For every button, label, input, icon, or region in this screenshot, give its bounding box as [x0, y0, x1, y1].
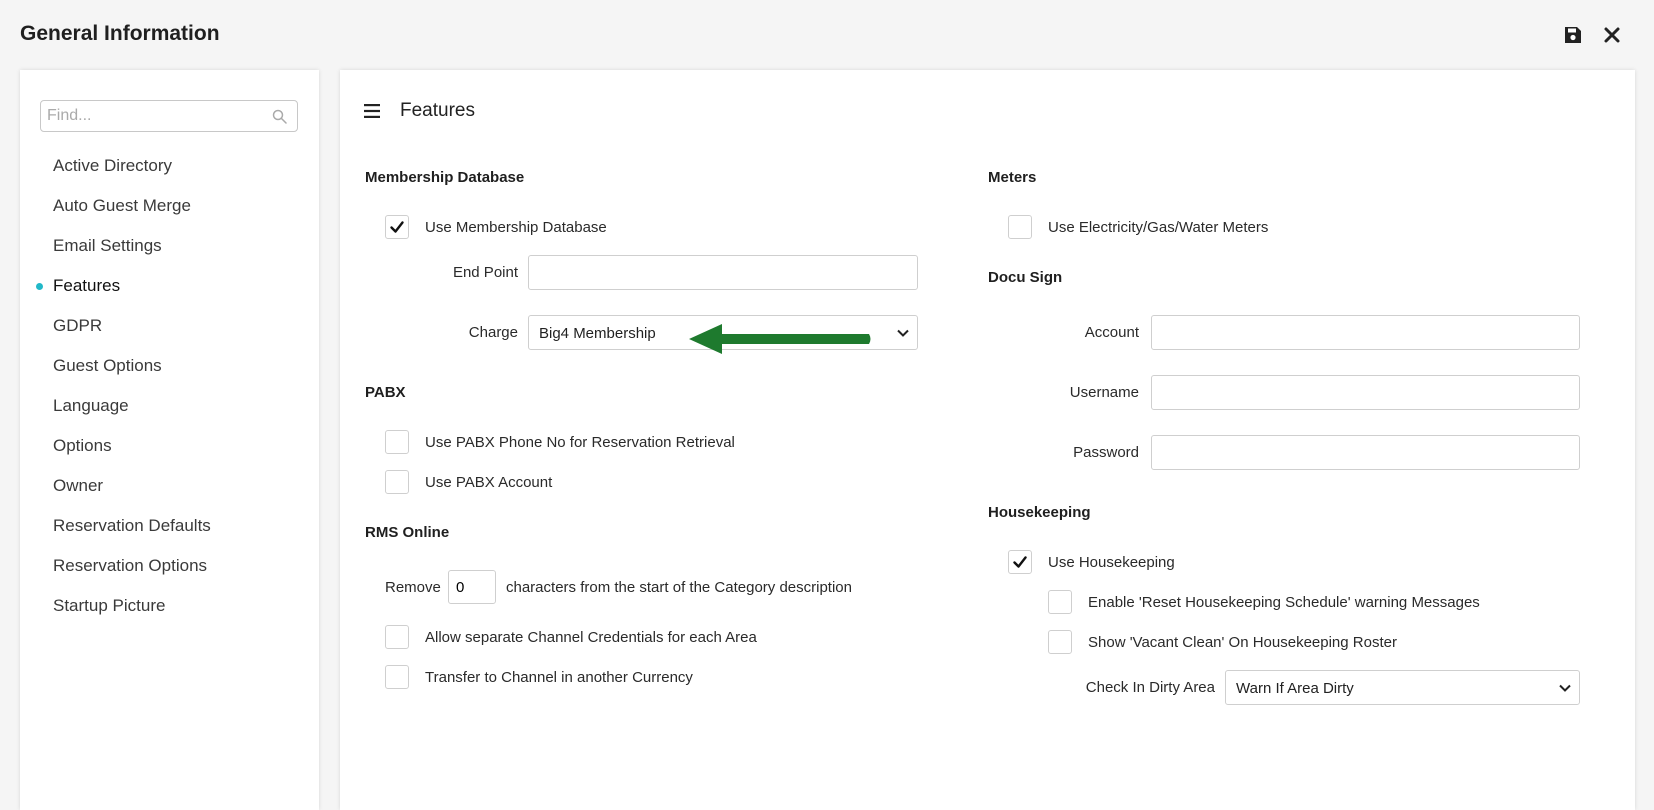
- check-in-dirty-label: Check In Dirty Area: [1085, 679, 1215, 696]
- housekeeping-heading: Housekeeping: [988, 504, 1091, 521]
- checkmark-icon: [390, 221, 404, 233]
- use-housekeeping-checkbox[interactable]: [1008, 550, 1032, 574]
- transfer-currency-checkbox[interactable]: [385, 665, 409, 689]
- sidebar: Active Directory Auto Guest Merge Email …: [20, 70, 319, 810]
- checkmark-icon: [1013, 556, 1027, 568]
- remove-chars-input[interactable]: [448, 570, 496, 604]
- use-housekeeping-label: Use Housekeeping: [1048, 554, 1175, 571]
- sidebar-item-email-settings[interactable]: Email Settings: [20, 226, 319, 266]
- annotation-arrow-icon: [689, 324, 871, 354]
- membership-heading: Membership Database: [365, 169, 525, 186]
- sidebar-item-options[interactable]: Options: [20, 426, 319, 466]
- docusign-password-input[interactable]: [1151, 435, 1580, 470]
- sidebar-item-active-directory[interactable]: Active Directory: [20, 146, 319, 186]
- charge-label: Charge: [468, 324, 518, 341]
- sidebar-item-label: Active Directory: [53, 156, 173, 175]
- search-box: [40, 100, 298, 132]
- sidebar-item-owner[interactable]: Owner: [20, 466, 319, 506]
- pabx-heading: PABX: [365, 384, 406, 401]
- transfer-currency-label: Transfer to Channel in another Currency: [425, 669, 693, 686]
- meters-label: Use Electricity/Gas/Water Meters: [1048, 219, 1269, 236]
- remove-label: Remove: [385, 579, 441, 596]
- pabx-phone-checkbox[interactable]: [385, 430, 409, 454]
- docusign-account-input[interactable]: [1151, 315, 1580, 350]
- close-icon[interactable]: [1602, 25, 1624, 47]
- sidebar-item-guest-options[interactable]: Guest Options: [20, 346, 319, 386]
- meters-checkbox[interactable]: [1008, 215, 1032, 239]
- pabx-account-checkbox[interactable]: [385, 470, 409, 494]
- reset-schedule-label: Enable 'Reset Housekeeping Schedule' war…: [1088, 594, 1480, 611]
- section-title: Features: [400, 100, 475, 121]
- pabx-account-label: Use PABX Account: [425, 474, 553, 491]
- docusign-account-label: Account: [1084, 324, 1139, 341]
- search-input[interactable]: [41, 101, 267, 131]
- sidebar-item-label: Features: [53, 276, 121, 295]
- sidebar-item-auto-guest-merge[interactable]: Auto Guest Merge: [20, 186, 319, 226]
- sidebar-item-label: Email Settings: [53, 236, 162, 255]
- sidebar-item-label: Owner: [53, 476, 104, 495]
- check-in-dirty-select[interactable]: Warn If Area Dirty: [1225, 670, 1580, 705]
- vacant-clean-checkbox[interactable]: [1048, 630, 1072, 654]
- sidebar-item-label: Startup Picture: [53, 596, 166, 615]
- sidebar-item-features[interactable]: Features: [20, 266, 319, 306]
- check-in-dirty-value: Warn If Area Dirty: [1236, 680, 1354, 697]
- sidebar-item-reservation-options[interactable]: Reservation Options: [20, 546, 319, 586]
- pabx-phone-label: Use PABX Phone No for Reservation Retrie…: [425, 434, 735, 451]
- endpoint-input[interactable]: [528, 255, 918, 290]
- use-membership-label: Use Membership Database: [425, 219, 607, 236]
- main-panel: Features Membership Database Use Members…: [340, 70, 1635, 810]
- sidebar-item-startup-picture[interactable]: Startup Picture: [20, 586, 319, 626]
- sidebar-item-label: Reservation Options: [53, 556, 208, 575]
- rms-online-heading: RMS Online: [365, 524, 450, 541]
- reset-schedule-checkbox[interactable]: [1048, 590, 1072, 614]
- docusign-password-label: Password: [1073, 444, 1139, 461]
- sidebar-item-label: Options: [53, 436, 112, 455]
- sidebar-item-label: Reservation Defaults: [53, 516, 211, 535]
- remove-suffix-label: characters from the start of the Categor…: [506, 579, 852, 596]
- page-title: General Information: [20, 22, 220, 45]
- docusign-username-input[interactable]: [1151, 375, 1580, 410]
- save-icon[interactable]: [1563, 25, 1585, 47]
- sidebar-item-language[interactable]: Language: [20, 386, 319, 426]
- chevron-down-icon: [1559, 684, 1571, 692]
- sidebar-nav: Active Directory Auto Guest Merge Email …: [20, 146, 319, 626]
- sidebar-item-reservation-defaults[interactable]: Reservation Defaults: [20, 506, 319, 546]
- use-membership-checkbox[interactable]: [385, 215, 409, 239]
- hamburger-menu-icon[interactable]: [364, 104, 380, 123]
- search-icon[interactable]: [272, 109, 287, 129]
- chevron-down-icon: [897, 329, 909, 337]
- vacant-clean-label: Show 'Vacant Clean' On Housekeeping Rost…: [1088, 634, 1397, 651]
- separate-credentials-label: Allow separate Channel Credentials for e…: [425, 629, 757, 646]
- active-indicator-dot: [36, 283, 43, 290]
- endpoint-label: End Point: [452, 264, 518, 281]
- sidebar-item-label: Language: [53, 396, 129, 415]
- sidebar-item-label: GDPR: [53, 316, 103, 335]
- meters-heading: Meters: [988, 169, 1037, 186]
- sidebar-item-label: Auto Guest Merge: [53, 196, 191, 215]
- docusign-username-label: Username: [1069, 384, 1139, 401]
- sidebar-item-gdpr[interactable]: GDPR: [20, 306, 319, 346]
- separate-credentials-checkbox[interactable]: [385, 625, 409, 649]
- docusign-heading: Docu Sign: [988, 269, 1063, 286]
- charge-select-value: Big4 Membership: [539, 325, 656, 342]
- sidebar-item-label: Guest Options: [53, 356, 162, 375]
